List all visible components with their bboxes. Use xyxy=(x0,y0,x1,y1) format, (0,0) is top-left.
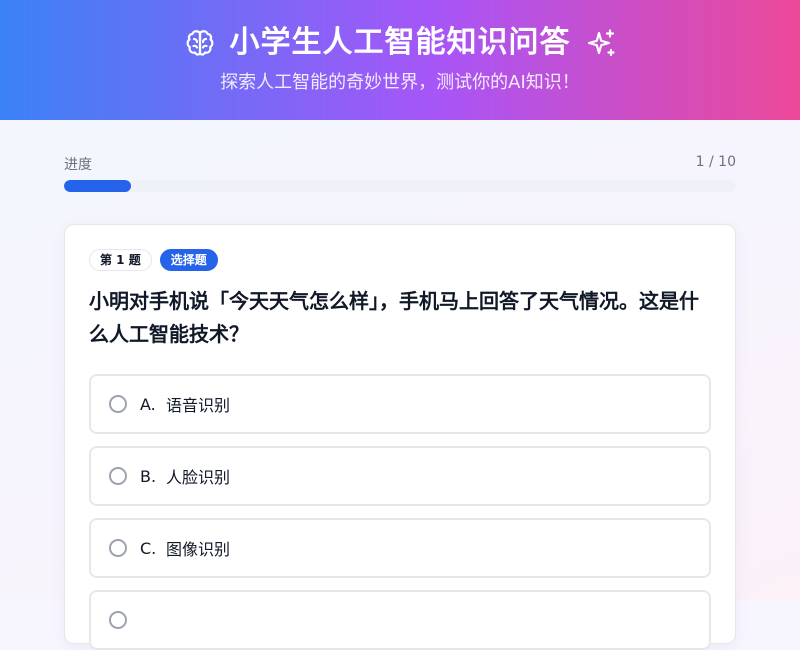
option-c[interactable]: C. 图像识别 xyxy=(89,518,711,578)
question-text: 小明对手机说「今天天气怎么样」，手机马上回答了天气情况。这是什么人工智能技术？ xyxy=(89,289,699,346)
question-number-badge: 第 1 题 xyxy=(89,249,152,271)
option-text: 图像识别 xyxy=(166,540,231,559)
radio-icon[interactable] xyxy=(109,467,127,485)
question-card: 第 1 题 选择题 小明对手机说「今天天气怎么样」，手机马上回答了天气情况。这是… xyxy=(64,224,736,650)
option-b[interactable]: B. 人脸识别 xyxy=(89,446,711,506)
option-letter: A. xyxy=(140,394,156,414)
title-row: 小学生人工智能知识问答 xyxy=(0,22,800,64)
question-badges: 第 1 题 选择题 xyxy=(89,249,218,271)
progress-fill xyxy=(64,180,132,192)
option-letter: B. xyxy=(140,466,157,486)
progress-count: 1 / 10 xyxy=(695,154,736,170)
option-a[interactable]: A. 语音识别 xyxy=(89,374,711,434)
progress-bar xyxy=(64,180,736,192)
option-d[interactable] xyxy=(89,590,711,650)
option-text: 语音识别 xyxy=(166,396,231,415)
quiz-content: 进度 1 / 10 第 1 题 选择题 小明对手机说「今天天气怎么样」，手机马上… xyxy=(0,120,800,650)
option-letter: C. xyxy=(140,538,157,558)
page-title: 小学生人工智能知识问答 xyxy=(229,25,571,60)
question-type-badge: 选择题 xyxy=(159,249,218,271)
radio-icon[interactable] xyxy=(109,611,127,629)
app-header: 小学生人工智能知识问答 探索人工智能的奇妙世界，测试你的AI知识！ xyxy=(0,0,800,120)
radio-icon[interactable] xyxy=(109,539,127,557)
progress-label: 进度 xyxy=(64,157,92,173)
radio-icon[interactable] xyxy=(109,395,127,413)
page-subtitle: 探索人工智能的奇妙世界，测试你的AI知识！ xyxy=(220,72,580,93)
option-text: 人脸识别 xyxy=(166,468,231,487)
sparkles-icon xyxy=(585,27,617,59)
brain-icon xyxy=(184,27,216,59)
